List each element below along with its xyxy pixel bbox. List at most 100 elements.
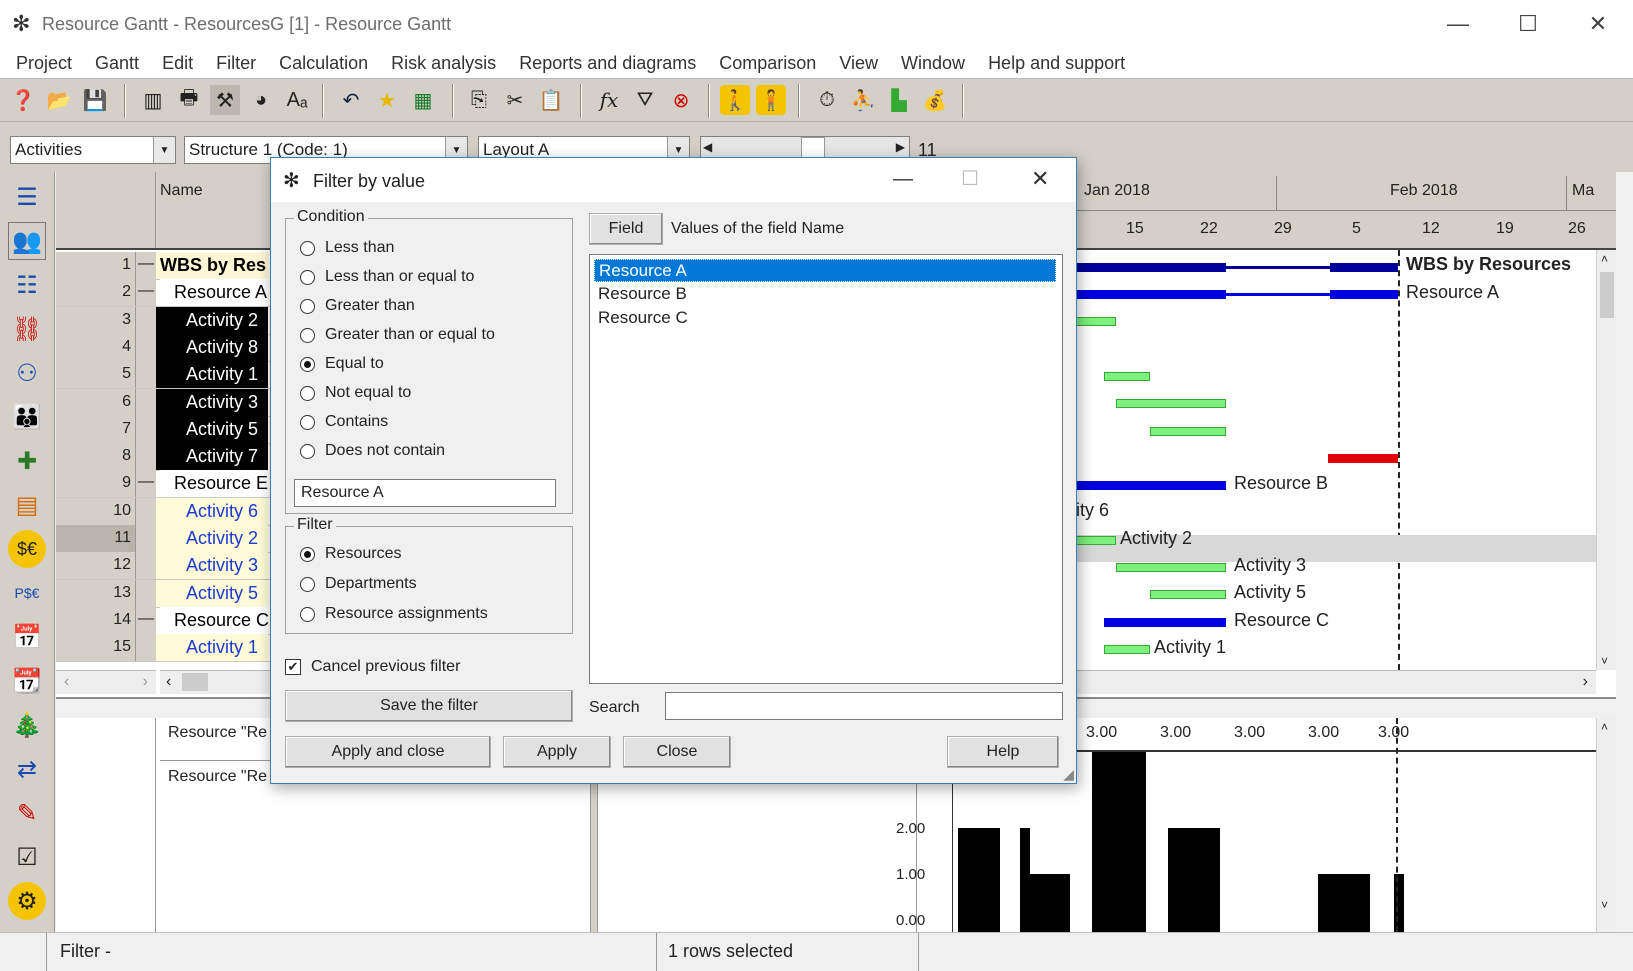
row-name[interactable]: Activity 2	[156, 525, 268, 552]
print-icon[interactable]: 🖶	[174, 85, 204, 115]
scroll-left-icon[interactable]: ‹	[166, 673, 171, 691]
assign-icon[interactable]: ⇄	[8, 750, 46, 788]
histogram-icon[interactable]: ▙	[884, 85, 914, 115]
radio-greater-than-or-equal[interactable]: Greater than or equal to	[300, 326, 495, 344]
row-number[interactable]: 15	[56, 634, 136, 662]
radio-equal-to[interactable]: Equal to	[300, 355, 384, 373]
row-expander[interactable]: —	[136, 252, 156, 279]
resource-a-bar-2[interactable]	[1330, 290, 1398, 299]
row-number[interactable]: 4	[56, 333, 136, 361]
add-resource-icon[interactable]: ✚	[8, 442, 46, 480]
list-item[interactable]: Resource B	[594, 283, 1056, 306]
row-number[interactable]: 3	[56, 306, 136, 334]
copy-icon[interactable]: ⎘	[464, 85, 494, 115]
row-number[interactable]: 5	[56, 361, 136, 389]
row-expander[interactable]: —	[136, 279, 156, 307]
close-dialog-button[interactable]: Close	[623, 736, 731, 768]
help-button[interactable]: Help	[947, 736, 1059, 768]
timer-icon[interactable]: ⏱	[812, 85, 842, 115]
list-item[interactable]: Resource A	[594, 259, 1056, 282]
radio-does-not-contain[interactable]: Does not contain	[300, 442, 445, 460]
scroll-thumb[interactable]	[182, 673, 208, 691]
row-number[interactable]: 14	[56, 606, 136, 634]
row-name[interactable]: Activity 5	[156, 415, 268, 443]
radio-resources[interactable]: Resources	[300, 545, 401, 563]
grid-hscroll-left[interactable]: ‹ ›	[56, 670, 156, 694]
row-name[interactable]: Activity 1	[156, 634, 268, 662]
filter-icon[interactable]: ⛛	[630, 85, 660, 115]
menu-help[interactable]: Help and support	[978, 53, 1135, 74]
apply-and-close-button[interactable]: Apply and close	[285, 736, 491, 768]
menu-view[interactable]: View	[829, 53, 888, 74]
open-folder-icon[interactable]: 📂	[44, 85, 74, 115]
radio-resource-assignments[interactable]: Resource assignments	[300, 605, 488, 623]
resource-query-icon[interactable]: ⚇	[8, 354, 46, 392]
radio-less-than[interactable]: Less than	[300, 239, 394, 257]
checklist-icon[interactable]: ✎	[8, 794, 46, 832]
row-expander[interactable]: —	[136, 606, 156, 634]
row-name[interactable]: WBS by Res	[156, 252, 268, 279]
cancel-previous-filter-checkbox[interactable]: ✔ Cancel previous filter	[285, 658, 460, 676]
row-expander[interactable]: —	[136, 470, 156, 498]
columns-icon[interactable]: ▥	[138, 85, 168, 115]
activity-5-bar[interactable]	[1150, 427, 1226, 436]
resize-grip-icon[interactable]: ◢	[1063, 766, 1074, 783]
cut-icon[interactable]: ✂	[500, 85, 530, 115]
resources-icon[interactable]: 👪	[8, 398, 46, 436]
radio-departments[interactable]: Departments	[300, 575, 417, 593]
activity-1-bar[interactable]	[1104, 372, 1150, 381]
pie-chart-icon[interactable]: ◕	[246, 85, 276, 115]
save-icon[interactable]: 💾	[80, 85, 110, 115]
scroll-up-icon[interactable]: ˄	[1601, 252, 1608, 266]
row-name[interactable]: Activity 1	[156, 361, 268, 389]
scroll-right-icon[interactable]: ›	[143, 673, 148, 691]
row-number[interactable]: 1	[56, 252, 136, 279]
row-name[interactable]: Activity 5	[156, 579, 268, 607]
radio-not-equal-to[interactable]: Not equal to	[300, 384, 411, 402]
activity-5-res-b-bar[interactable]	[1150, 590, 1226, 599]
row-name[interactable]: Activity 7	[156, 443, 268, 471]
scroll-down-icon[interactable]: ˅	[1601, 898, 1608, 912]
condition-value-input[interactable]: Resource A	[294, 479, 556, 507]
wbs-icon[interactable]: ☷	[8, 266, 46, 304]
scroll-down-icon[interactable]: ˅	[1601, 654, 1608, 668]
save-filter-button[interactable]: Save the filter	[285, 690, 573, 722]
row-name[interactable]: Activity 2	[156, 306, 268, 334]
tree-icon[interactable]: 🎄	[8, 706, 46, 744]
clear-filter-icon[interactable]: ⊗	[666, 85, 696, 115]
wbs-summary-bar-2[interactable]	[1330, 263, 1398, 272]
activity-3-res-b-bar[interactable]	[1116, 563, 1226, 572]
link-icon[interactable]: ⛓	[8, 310, 46, 348]
apply-button[interactable]: Apply	[503, 736, 611, 768]
menu-reports[interactable]: Reports and diagrams	[509, 53, 706, 74]
radio-contains[interactable]: Contains	[300, 413, 388, 431]
menu-risk-analysis[interactable]: Risk analysis	[381, 53, 506, 74]
view-select[interactable]: Activities ▼	[10, 136, 176, 164]
resource-b-bar[interactable]	[1076, 481, 1226, 490]
row-number[interactable]: 8	[56, 443, 136, 471]
resource-a-bar[interactable]	[1076, 290, 1226, 299]
row-number[interactable]: 7	[56, 415, 136, 443]
row-number[interactable]: 6	[56, 388, 136, 416]
list-item[interactable]: Resource C	[594, 307, 1056, 330]
checklist-clock-icon[interactable]: ☑	[8, 838, 46, 876]
currency-icon[interactable]: $€	[8, 530, 46, 568]
scroll-left-icon[interactable]: ◀	[703, 140, 712, 154]
maximize-button[interactable]: ☐	[1493, 0, 1563, 48]
row-number[interactable]: 13	[56, 579, 136, 607]
field-button[interactable]: Field	[589, 213, 663, 245]
calendar-clock-icon[interactable]: 📆	[8, 662, 46, 700]
resource-gantt-icon[interactable]: 👥	[8, 222, 46, 260]
font-icon[interactable]: Aₐ	[282, 85, 312, 115]
currency-table-icon[interactable]: P$€	[8, 574, 46, 612]
activity-1-res-c-bar[interactable]	[1104, 645, 1150, 654]
gantt-view-icon[interactable]: ☰	[8, 178, 46, 216]
star-icon[interactable]: ★	[372, 85, 402, 115]
undo-icon[interactable]: ↶	[336, 85, 366, 115]
radio-greater-than[interactable]: Greater than	[300, 297, 415, 315]
wbs-summary-bar[interactable]	[1076, 263, 1226, 272]
activity-7-bar[interactable]	[1328, 454, 1398, 463]
radio-less-than-or-equal[interactable]: Less than or equal to	[300, 268, 474, 286]
lower-vscroll[interactable]: ˄ ˅	[1596, 718, 1616, 932]
scroll-right-icon[interactable]: ›	[1583, 673, 1588, 691]
